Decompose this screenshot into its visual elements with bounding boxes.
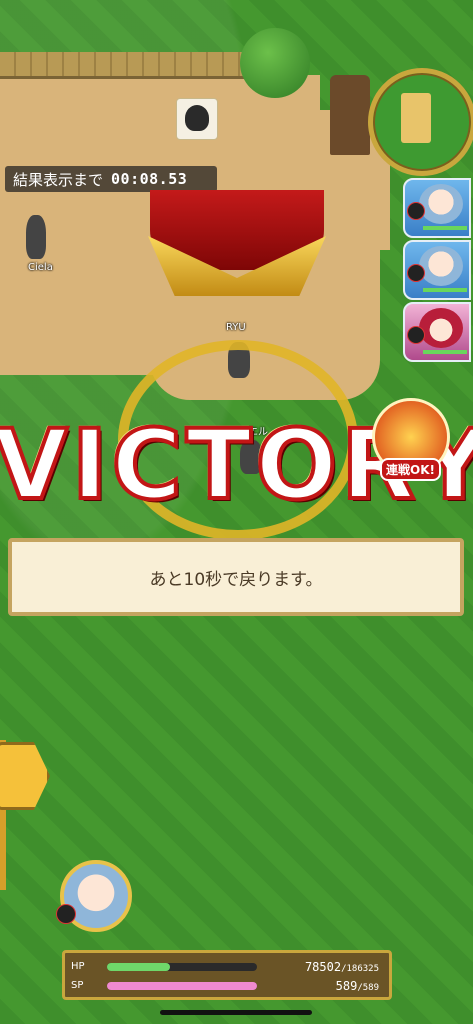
sp-bar-fill xyxy=(107,981,257,990)
sp-row: SP 589/589 xyxy=(71,976,383,995)
hp-value: 78502/186325 xyxy=(304,959,379,974)
hp-bar-fill xyxy=(107,962,170,971)
element-icon xyxy=(407,202,425,220)
party-member-portrait xyxy=(419,246,463,286)
element-icon xyxy=(407,264,425,282)
hp-bar xyxy=(107,962,257,971)
tree-trunk xyxy=(330,75,370,155)
countdown-time: 00:08.53 xyxy=(111,170,188,188)
party-member-3[interactable] xyxy=(403,302,471,362)
party-member-2[interactable] xyxy=(403,240,471,300)
hp-label: HP xyxy=(71,961,85,972)
victory-letter: T xyxy=(184,409,254,521)
sp-max: 589 xyxy=(362,982,379,993)
name-tag-ciela: Ciela xyxy=(28,262,53,273)
victory-letter: V xyxy=(0,409,70,521)
party-member-hp-bar xyxy=(423,226,467,230)
sp-value: 589/589 xyxy=(335,978,379,993)
element-icon xyxy=(56,904,76,924)
party-member-portrait xyxy=(419,308,463,348)
victory-letter: I xyxy=(70,409,110,521)
party-member-hp-bar xyxy=(423,350,467,354)
sp-current: 589 xyxy=(335,978,358,993)
return-message: あと10秒で戻ります。 xyxy=(8,538,464,616)
party-member-hp-bar xyxy=(423,288,467,292)
minimap[interactable] xyxy=(368,68,473,176)
sp-label: SP xyxy=(71,980,84,991)
tree xyxy=(240,28,310,98)
npc-portrait-card[interactable] xyxy=(176,98,218,140)
home-indicator[interactable] xyxy=(160,1010,312,1015)
hp-current: 78502 xyxy=(304,959,342,974)
victory-letter: C xyxy=(110,409,184,521)
hp-max: 186325 xyxy=(346,963,379,974)
sp-bar xyxy=(107,981,257,990)
chain-battle-label[interactable]: 連戦OK! xyxy=(380,458,441,481)
element-icon xyxy=(407,326,425,344)
result-countdown: 結果表示まで 00:08.53 xyxy=(5,166,217,192)
victory-letter: O xyxy=(253,409,339,521)
party-member-portrait xyxy=(419,184,463,224)
countdown-label: 結果表示まで xyxy=(13,170,104,189)
status-panel: HP 78502/186325 SP 589/589 xyxy=(62,950,392,1000)
player-character-ciela[interactable] xyxy=(26,215,46,259)
name-tag-ryu: RYU xyxy=(226,322,246,333)
party-member-1[interactable] xyxy=(403,178,471,238)
minimap-path xyxy=(401,93,431,143)
hp-row: HP 78502/186325 xyxy=(71,957,383,976)
